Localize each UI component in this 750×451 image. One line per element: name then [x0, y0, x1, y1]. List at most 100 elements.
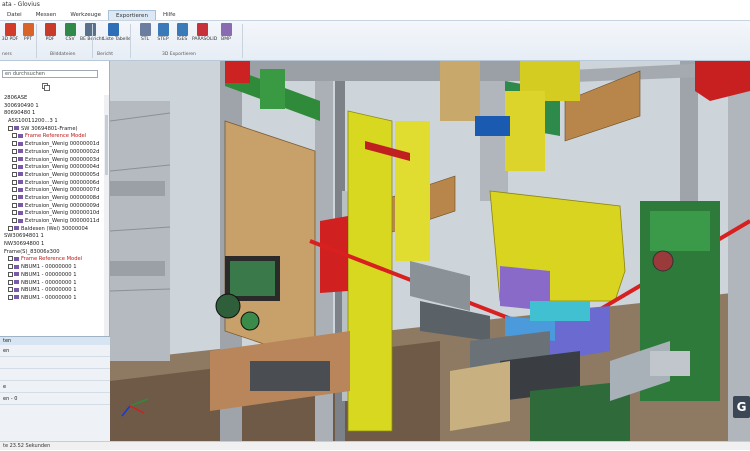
tree-item[interactable]: Extrusion_Wenig 00000009d	[0, 202, 107, 211]
3d-viewport[interactable]	[110, 61, 750, 441]
tree-item-label: ASS10011200...3 1	[8, 118, 58, 125]
tree-search-input[interactable]: en durchsuchen	[2, 70, 98, 78]
tree-item[interactable]: NBUM1 - 00000000 1	[0, 264, 107, 272]
visibility-checkbox[interactable]	[12, 171, 17, 177]
part-icon	[18, 187, 23, 192]
tree-item[interactable]: NBUM1 - 00000000 1	[0, 287, 107, 295]
logo-badge: G	[733, 396, 750, 418]
tree-item[interactable]: Extrusion_Wenig 00000008d	[0, 194, 107, 203]
part-icon	[14, 126, 19, 131]
ribbon-button-8[interactable]: IGES	[172, 23, 192, 42]
ribbon-button-5[interactable]: Liste Tabelle	[103, 23, 131, 42]
visibility-checkbox[interactable]	[12, 141, 17, 147]
tree-item[interactable]: Extrusion_Wenig 00000002d	[0, 148, 107, 157]
ribbon-button-9[interactable]: PARASOLID	[192, 23, 217, 42]
tree-item[interactable]: Frame Reference Model	[0, 256, 107, 264]
visibility-checkbox[interactable]	[8, 256, 13, 262]
ribbon-button-7[interactable]: STEP	[153, 23, 173, 42]
property-row: en	[0, 345, 110, 357]
part-icon	[18, 195, 23, 200]
visibility-checkbox[interactable]	[8, 225, 13, 231]
visibility-checkbox[interactable]	[12, 133, 17, 139]
tree-item[interactable]: NW30694800 1	[0, 241, 107, 249]
status-bar: te 23.52 Sekunden	[0, 441, 750, 450]
tree-item[interactable]: Extrusion_Wenig 00000011d	[0, 218, 107, 226]
export-icon	[196, 23, 208, 36]
visibility-checkbox[interactable]	[12, 218, 17, 223]
part-icon	[18, 210, 23, 215]
menu-tab-3[interactable]: Exportieren	[108, 10, 156, 20]
property-row	[0, 369, 110, 381]
visibility-checkbox[interactable]	[8, 287, 13, 293]
tree-item[interactable]: Extrusion_Wenig 00000001d	[0, 141, 107, 149]
tree-item[interactable]: SW30694801 1	[0, 233, 107, 241]
tree-item-label: SW 30694801-Frame)	[21, 125, 78, 132]
ribbon-button-label: BMP	[221, 37, 231, 42]
visibility-checkbox[interactable]	[12, 148, 17, 154]
ribbon-button-3[interactable]: CSV	[60, 23, 80, 42]
menu-tab-0[interactable]: Datei	[0, 10, 29, 20]
tree-item[interactable]: 300690490 1	[0, 103, 107, 111]
tree-item-label: Extrusion_Wenig 00000005d	[25, 171, 100, 178]
visibility-checkbox[interactable]	[12, 194, 17, 200]
menu-tab-2[interactable]: Werkzeuge	[63, 10, 108, 20]
visibility-checkbox[interactable]	[12, 187, 17, 193]
tree-item[interactable]: 80690480 1	[0, 110, 107, 118]
menu-bar: Datei Messen Werkzeuge Exportieren Hilfe	[0, 10, 750, 21]
ribbon-button-label: PDF	[45, 37, 55, 42]
tree-item-label: Extrusion_Wenig 00000001d	[25, 141, 100, 148]
tree-item[interactable]: Extrusion_Wenig 00000010d	[0, 210, 107, 218]
properties-tab[interactable]: ten	[0, 337, 110, 345]
tree-item[interactable]: Baldesen (Wel) 30000004	[0, 225, 107, 234]
copy-icon[interactable]	[42, 83, 50, 91]
visibility-checkbox[interactable]	[12, 179, 17, 185]
tree-item-label: SW30694801 1	[4, 233, 44, 240]
menu-tab-4[interactable]: Hilfe	[156, 10, 183, 20]
part-icon	[18, 149, 23, 154]
visibility-checkbox[interactable]	[8, 279, 13, 285]
window-title: ata - Glovius	[0, 0, 750, 10]
visibility-checkbox[interactable]	[12, 164, 17, 170]
export-icon	[107, 23, 119, 36]
part-icon	[18, 172, 23, 177]
tree-item[interactable]: Extrusion_Wenig 00000007d	[0, 187, 107, 195]
tree-item[interactable]: 2806ASE	[0, 95, 107, 103]
tree-item[interactable]: Frame(S)_83006x300	[0, 249, 107, 257]
ribbon-button-2[interactable]: PDF	[40, 23, 60, 42]
visibility-checkbox[interactable]	[12, 156, 17, 162]
tree-scrollbar[interactable]	[104, 95, 109, 347]
export-icon	[84, 23, 96, 36]
visibility-checkbox[interactable]	[8, 264, 13, 270]
ribbon-button-0[interactable]: 3D PDF	[0, 23, 20, 42]
ribbon-button-label: BE Bericht	[80, 37, 104, 42]
tree-item-label: Frame Reference Model	[21, 256, 83, 263]
ribbon-separator	[130, 24, 131, 58]
visibility-checkbox[interactable]	[12, 210, 17, 216]
tree-item-label: NW30694800 1	[4, 241, 45, 248]
ribbon-button-10[interactable]: BMP	[216, 23, 236, 42]
tree-item[interactable]: Extrusion_Wenig 00000005d	[0, 171, 107, 180]
ribbon-group-label: ners	[2, 52, 12, 57]
export-icon	[139, 23, 151, 36]
ribbon-button-1[interactable]: PPT	[18, 23, 38, 42]
tree-item[interactable]: NBUM1 - 00000000 1	[0, 294, 107, 303]
tree-item-label: NBUM1 - 00000000 1	[21, 264, 77, 271]
tree-item[interactable]: Frame Reference Model	[0, 133, 107, 141]
ribbon-button-label: CSV	[65, 37, 75, 42]
visibility-checkbox[interactable]	[8, 271, 13, 277]
tree-item-label: NBUM1 - 00000000 1	[21, 271, 77, 278]
tree-item[interactable]: ASS10011200...3 1	[0, 118, 107, 126]
tree-item[interactable]: SW 30694801-Frame)	[0, 125, 107, 134]
tree-item[interactable]: NBUM1 - 00000000 1	[0, 279, 107, 288]
visibility-checkbox[interactable]	[8, 125, 13, 131]
ribbon-button-4[interactable]: BE Bericht	[80, 23, 104, 42]
tree-item[interactable]: Extrusion_Wenig 00000006d	[0, 179, 107, 188]
visibility-checkbox[interactable]	[8, 294, 13, 300]
tree-item[interactable]: Extrusion_Wenig 00000003d	[0, 156, 107, 165]
visibility-checkbox[interactable]	[12, 202, 17, 208]
part-icon	[18, 141, 23, 146]
tree-item[interactable]: Extrusion_Wenig 00000004d	[0, 164, 107, 172]
ribbon-button-6[interactable]: STL	[135, 23, 155, 42]
menu-tab-1[interactable]: Messen	[29, 10, 64, 20]
tree-item[interactable]: NBUM1 - 00000000 1	[0, 271, 107, 280]
